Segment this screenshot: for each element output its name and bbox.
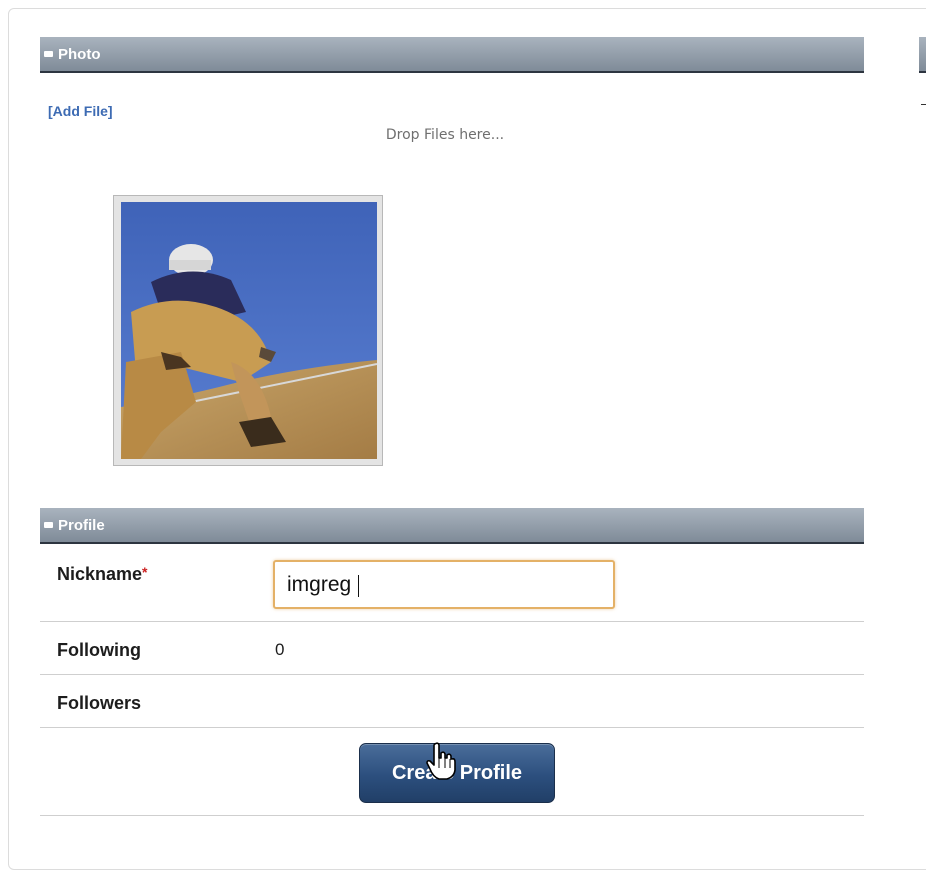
required-marker: * bbox=[142, 564, 148, 580]
followers-row: Followers bbox=[40, 675, 864, 728]
drop-hint: Drop Files here... bbox=[385, 127, 505, 143]
collapse-icon[interactable] bbox=[44, 51, 53, 57]
side-panel-divider bbox=[921, 104, 926, 105]
profile-section-title: Profile bbox=[58, 516, 105, 534]
following-count: 0 bbox=[275, 640, 285, 659]
nickname-input[interactable] bbox=[273, 560, 615, 609]
side-panel-header bbox=[919, 37, 926, 73]
hand-cursor-icon bbox=[426, 742, 456, 780]
profile-section-header[interactable]: Profile bbox=[40, 508, 864, 544]
add-file-link[interactable]: [Add File] bbox=[48, 103, 113, 119]
collapse-icon[interactable] bbox=[44, 522, 53, 528]
drop-zone[interactable]: Drop Files here... bbox=[120, 118, 770, 152]
create-profile-button[interactable]: Create Profile bbox=[359, 743, 555, 803]
photo-section-title: Photo bbox=[58, 45, 101, 63]
followers-label: Followers bbox=[57, 693, 142, 713]
text-caret bbox=[358, 575, 359, 597]
following-label: Following bbox=[57, 640, 141, 660]
photo-section-header[interactable]: Photo bbox=[40, 37, 864, 73]
profile-photo-thumbnail bbox=[113, 195, 383, 466]
nickname-label: Nickname* bbox=[57, 564, 148, 584]
climber-photo bbox=[121, 202, 377, 459]
following-row: Following 0 bbox=[40, 622, 864, 675]
